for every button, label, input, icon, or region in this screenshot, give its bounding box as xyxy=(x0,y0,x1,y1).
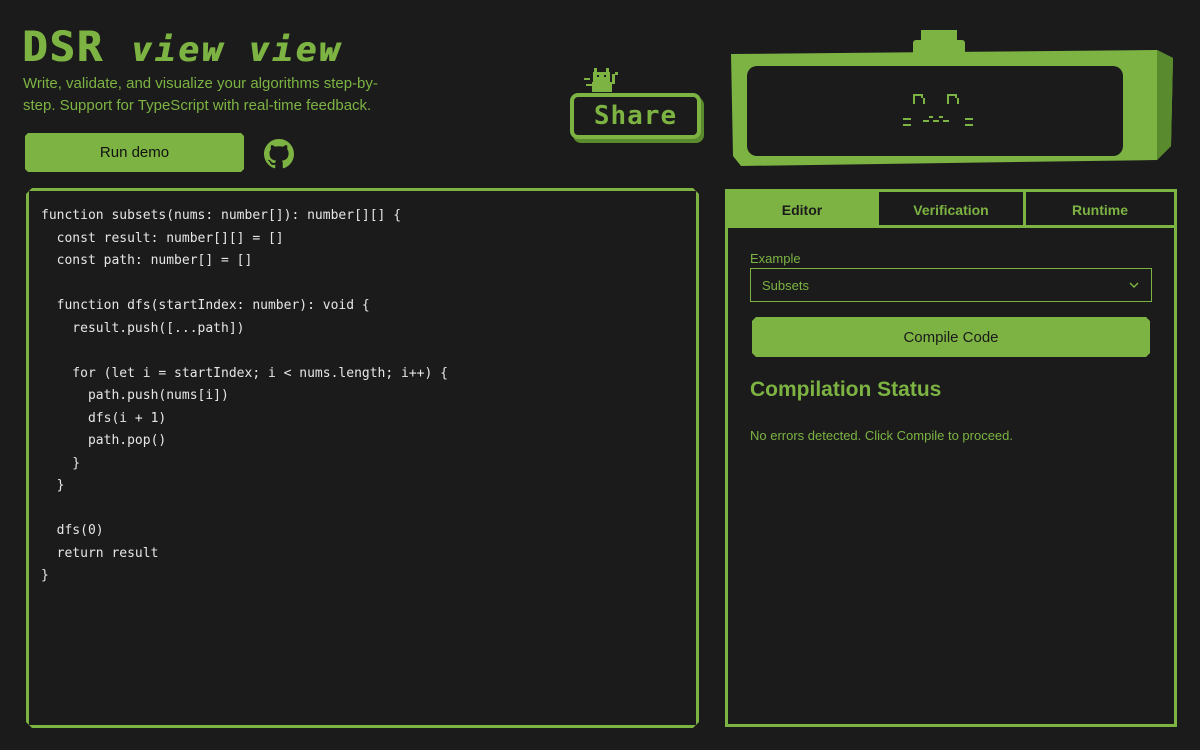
run-demo-button[interactable]: Run demo xyxy=(25,133,244,172)
tab-editor[interactable]: Editor xyxy=(728,192,876,228)
control-panel: Editor Verification Runtime Example Subs… xyxy=(725,189,1177,727)
logo-main: DSR xyxy=(22,22,104,71)
github-icon[interactable] xyxy=(264,139,294,169)
monitor-illustration xyxy=(727,28,1175,170)
cat-icon xyxy=(580,64,620,96)
example-select-value: Subsets xyxy=(762,277,809,293)
code-text[interactable]: function subsets(nums: number[]): number… xyxy=(41,205,448,588)
tab-verification[interactable]: Verification xyxy=(876,192,1026,228)
compile-button[interactable]: Compile Code xyxy=(752,317,1150,357)
tab-bar: Editor Verification Runtime xyxy=(728,192,1174,228)
tab-runtime[interactable]: Runtime xyxy=(1026,192,1174,228)
share-area: Share xyxy=(566,60,706,145)
share-button[interactable]: Share xyxy=(570,93,701,139)
status-text: No errors detected. Click Compile to pro… xyxy=(750,428,1014,443)
status-title: Compilation Status xyxy=(750,378,942,401)
app-logo: DSR view view xyxy=(22,26,342,68)
code-editor[interactable]: function subsets(nums: number[]): number… xyxy=(26,188,699,728)
example-select[interactable]: Subsets xyxy=(750,268,1152,302)
logo-sub: view view xyxy=(131,30,343,70)
chevron-down-icon xyxy=(1129,282,1139,289)
tagline: Write, validate, and visualize your algo… xyxy=(23,75,378,114)
example-label: Example xyxy=(750,251,801,266)
